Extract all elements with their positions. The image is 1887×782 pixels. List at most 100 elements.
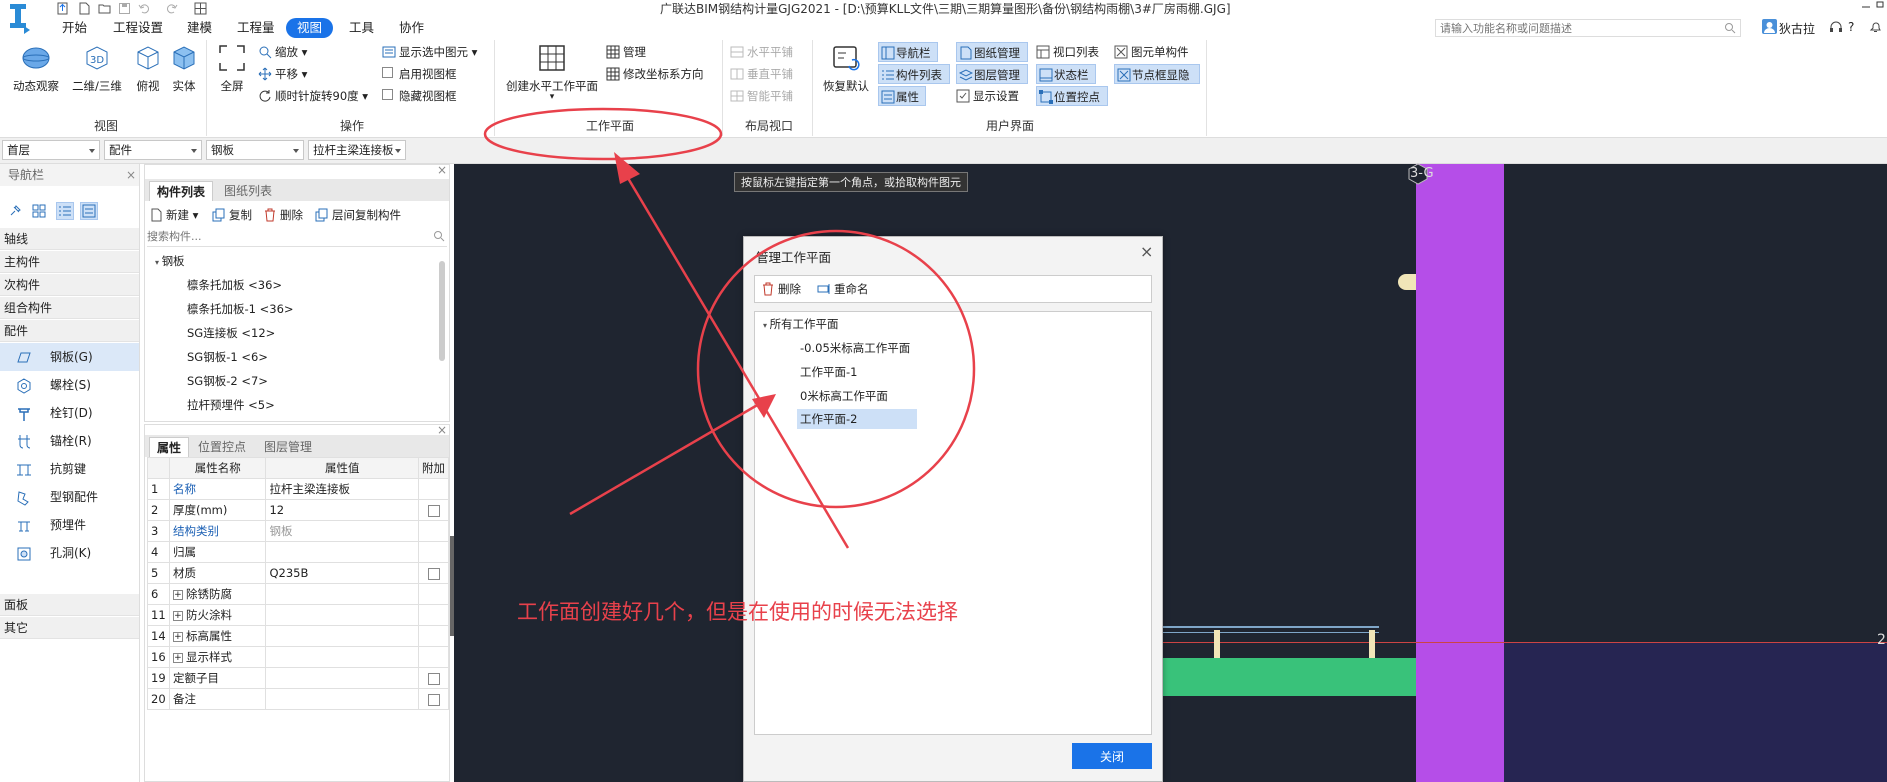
nav-category-main[interactable]: 主构件	[0, 251, 139, 273]
toggle-drawing-manage-button[interactable]: 图纸管理	[956, 42, 1028, 62]
menu-project-settings[interactable]: 工程设置	[113, 18, 163, 38]
table-row[interactable]: 5 材质 Q235B	[147, 562, 449, 584]
fullscreen-button[interactable]: 全屏	[214, 42, 250, 94]
list-item[interactable]: 檩条托加板-1 <36>	[187, 297, 294, 321]
list-item[interactable]: SG钢板-2 <7>	[187, 369, 268, 393]
function-search[interactable]	[1435, 19, 1741, 37]
toggle-statusbar-button[interactable]: 状态栏	[1036, 64, 1096, 84]
workplane-item[interactable]: 工作平面-1	[797, 360, 860, 384]
table-row[interactable]: 14 + 标高属性	[147, 625, 449, 647]
bracket-part[interactable]	[1398, 274, 1416, 290]
connection-plate[interactable]	[1214, 630, 1220, 658]
tile-horizontal-button[interactable]: 水平平铺	[730, 42, 793, 62]
extra-checkbox[interactable]	[427, 567, 440, 580]
list-item[interactable]: SG连接板 <12>	[187, 321, 275, 345]
nav-close-icon[interactable]: ×	[126, 168, 136, 182]
minimize-icon[interactable]	[1861, 1, 1871, 9]
nav-item-hole[interactable]: 孔洞(K)	[0, 539, 139, 567]
menu-modeling[interactable]: 建模	[187, 18, 212, 38]
row-value[interactable]: 钢板	[265, 520, 419, 542]
manage-workplane-button[interactable]: 管理	[606, 42, 646, 62]
component-select[interactable]: 拉杆主梁连接板	[308, 140, 406, 160]
menu-collaborate[interactable]: 协作	[399, 18, 424, 38]
show-selected-button[interactable]: 显示选中图元 ▾	[382, 42, 477, 62]
row-value[interactable]	[265, 646, 419, 668]
row-value[interactable]: 12	[265, 499, 419, 521]
row-value[interactable]	[265, 541, 419, 563]
tab-drawing-list[interactable]: 图纸列表	[217, 181, 280, 201]
modify-axis-direction-button[interactable]: 修改坐标系方向	[606, 64, 704, 84]
toggle-2d-3d-button[interactable]: 3D 二维/三维	[70, 42, 124, 94]
user-name[interactable]: 狄古拉	[1779, 20, 1815, 37]
table-row[interactable]: 16 + 显示样式	[147, 646, 449, 668]
element-single-component-button[interactable]: 图元单构件	[1114, 42, 1189, 62]
nav-category-other[interactable]: 其它	[0, 617, 139, 639]
table-row[interactable]: 1 名称 拉杆主梁连接板	[147, 478, 449, 500]
list-item[interactable]: 檩条托加板 <36>	[187, 273, 282, 297]
redo-icon[interactable]	[165, 2, 178, 15]
tab-layer-manage[interactable]: 图层管理	[257, 437, 320, 457]
extra-checkbox[interactable]	[427, 504, 440, 517]
toggle-properties-button[interactable]: 属性	[878, 86, 926, 106]
workplane-item-selected[interactable]: 工作平面-2	[797, 409, 917, 429]
row-value[interactable]	[265, 667, 419, 689]
enable-viewframe-checkbox[interactable]: 启用视图框	[382, 64, 457, 84]
delete-component-button[interactable]: 删除	[263, 205, 303, 225]
nav-category-panel[interactable]: 面板	[0, 594, 139, 616]
table-row[interactable]: 3 结构类别 钢板	[147, 520, 449, 542]
tab-position-handles[interactable]: 位置控点	[191, 437, 254, 457]
hide-viewframe-checkbox[interactable]: 隐藏视图框	[382, 86, 457, 106]
connection-plate[interactable]	[1369, 630, 1375, 658]
orbit-button[interactable]: 动态观察	[10, 42, 62, 94]
workplane-item[interactable]: -0.05米标高工作平面	[797, 336, 913, 360]
nav-item-steel-plate[interactable]: 钢板(G)	[0, 343, 139, 371]
table-row[interactable]: 2 厚度(mm) 12	[147, 499, 449, 521]
tab-component-list[interactable]: 构件列表	[149, 181, 214, 201]
bell-icon[interactable]	[1869, 20, 1882, 34]
function-search-input[interactable]	[1436, 20, 1716, 36]
category-select[interactable]: 配件	[104, 140, 202, 160]
tile-vertical-button[interactable]: 垂直平铺	[730, 64, 793, 84]
row-value[interactable]	[265, 688, 419, 710]
component-search-icon[interactable]	[433, 230, 445, 242]
hide-viewframe-box[interactable]	[382, 89, 393, 100]
nav-category-accessories[interactable]: 配件	[0, 320, 139, 342]
drawing-canvas[interactable]: 3-G 2	[454, 163, 1887, 782]
component-search[interactable]	[147, 227, 447, 247]
new-component-button[interactable]: 新建 ▾	[149, 205, 198, 225]
copy-component-button[interactable]: 复制	[212, 205, 252, 225]
nav-detail-icon[interactable]	[80, 202, 98, 220]
complist-close-icon[interactable]: ×	[437, 163, 447, 177]
upload-icon[interactable]	[56, 2, 69, 15]
menu-tools[interactable]: 工具	[349, 18, 374, 38]
type-select[interactable]: 钢板	[206, 140, 304, 160]
nav-category-axis[interactable]: 轴线	[0, 228, 139, 250]
dialog-close-button[interactable]: 关闭	[1072, 743, 1152, 769]
tree-root-steel-plate[interactable]: ▾ 钢板	[155, 249, 185, 273]
dialog-close-icon[interactable]: ×	[1140, 244, 1153, 260]
complist-scrollbar[interactable]	[439, 261, 445, 361]
save-icon[interactable]	[118, 2, 131, 15]
delete-workplane-button[interactable]: 删除	[761, 279, 801, 299]
floor-slab[interactable]	[1504, 642, 1887, 782]
expand-plus-icon[interactable]: +	[172, 610, 183, 621]
solid-button[interactable]: 实体	[166, 42, 202, 94]
steel-column[interactable]	[1416, 164, 1504, 782]
row-value[interactable]	[265, 604, 419, 626]
component-search-input[interactable]	[147, 227, 417, 245]
undo-icon[interactable]	[138, 2, 151, 15]
nav-category-composite[interactable]: 组合构件	[0, 297, 139, 319]
extra-checkbox[interactable]	[427, 693, 440, 706]
extra-checkbox[interactable]	[427, 672, 440, 685]
row-value[interactable]	[265, 625, 419, 647]
table-row[interactable]: 6 + 除锈防腐	[147, 583, 449, 605]
help-button[interactable]: ?	[1848, 20, 1854, 34]
table-row[interactable]: 11 + 防火涂料	[147, 604, 449, 626]
nav-item-bolt[interactable]: 螺栓(S)	[0, 371, 139, 399]
nav-list-icon[interactable]	[56, 202, 74, 220]
rotate-90-button[interactable]: 顺时针旋转90度 ▾	[258, 86, 368, 106]
search-icon[interactable]	[1724, 22, 1736, 34]
table-row[interactable]: 19 定额子目	[147, 667, 449, 689]
nav-item-stud[interactable]: 栓钉(D)	[0, 399, 139, 427]
list-item[interactable]: SG钢板-1 <6>	[187, 345, 268, 369]
